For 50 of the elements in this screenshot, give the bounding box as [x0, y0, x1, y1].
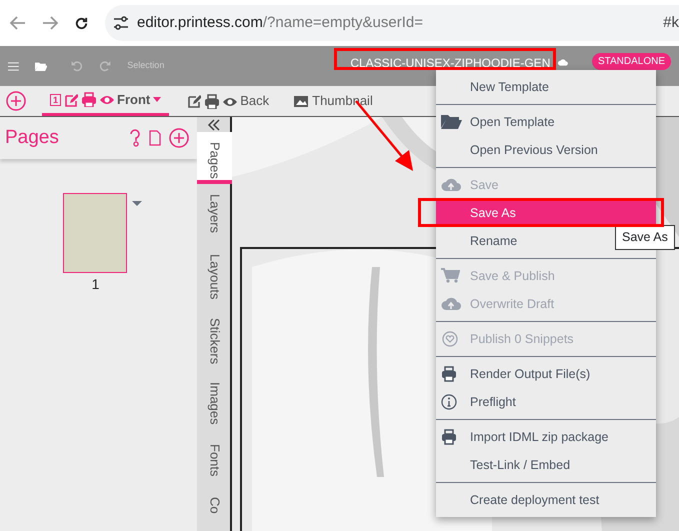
- menu-item[interactable]: Open Template: [436, 108, 656, 136]
- printer-icon: [204, 94, 220, 108]
- menu-item[interactable]: Test-Link / Embed: [436, 451, 656, 479]
- side-tab[interactable]: Layers: [197, 184, 232, 244]
- site-settings-icon[interactable]: [113, 16, 129, 30]
- menu-item[interactable]: New Template: [436, 73, 656, 101]
- menu-item[interactable]: Preflight: [436, 388, 656, 416]
- add-icon[interactable]: [6, 91, 26, 111]
- mode-badge: STANDALONE: [592, 52, 671, 70]
- document-tab[interactable]: Thumbnail: [285, 86, 381, 116]
- image-icon: [293, 94, 310, 108]
- printer-icon: [81, 92, 96, 107]
- caret-icon: [153, 97, 162, 102]
- edit-icon: [187, 94, 202, 108]
- tooltip: Save As: [615, 225, 675, 250]
- reload-icon[interactable]: [74, 16, 89, 30]
- help-icon[interactable]: [129, 129, 141, 147]
- selection-label: Selection: [127, 59, 164, 72]
- document-tab[interactable]: Back: [179, 86, 278, 116]
- side-tab[interactable]: Images: [197, 372, 232, 434]
- menu-item[interactable]: Import IDML zip package: [436, 423, 656, 451]
- add-icon[interactable]: [169, 128, 189, 148]
- back-icon[interactable]: [10, 16, 26, 30]
- panel-title: Pages: [5, 126, 59, 150]
- caret-icon: [132, 201, 142, 206]
- page-number: 1: [50, 94, 62, 106]
- menu-item[interactable]: Open Previous Version: [436, 136, 656, 164]
- forward-icon[interactable]: [42, 16, 58, 30]
- printer-icon: [441, 429, 458, 445]
- url-text: editor.printess.com/?name=empty&userId=: [137, 12, 423, 33]
- cloud-upload-icon: [441, 177, 461, 192]
- cart-icon: [441, 268, 460, 283]
- double-chevron-icon: [206, 118, 220, 131]
- side-tab[interactable]: Fonts: [197, 434, 232, 487]
- document-icon[interactable]: [149, 130, 161, 146]
- printer-icon: [441, 366, 458, 382]
- page-thumbnail[interactable]: [63, 193, 127, 273]
- url-text: #k: [663, 12, 679, 33]
- menu-item[interactable]: Create deployment test: [436, 486, 656, 514]
- side-tab[interactable]: Pages: [197, 132, 232, 184]
- edit-icon: [64, 92, 78, 106]
- cloud-upload-icon: [441, 296, 461, 311]
- info-icon: [441, 394, 457, 410]
- menu-item[interactable]: Render Output File(s): [436, 360, 656, 388]
- address-bar[interactable]: editor.printess.com/?name=empty&userId= #k: [105, 5, 679, 41]
- side-tab[interactable]: Layouts: [197, 244, 232, 308]
- side-tab[interactable]: Co: [197, 486, 232, 531]
- side-tab[interactable]: Stickers: [197, 308, 232, 372]
- page-label: 1: [92, 275, 100, 294]
- folder-icon: [441, 114, 462, 129]
